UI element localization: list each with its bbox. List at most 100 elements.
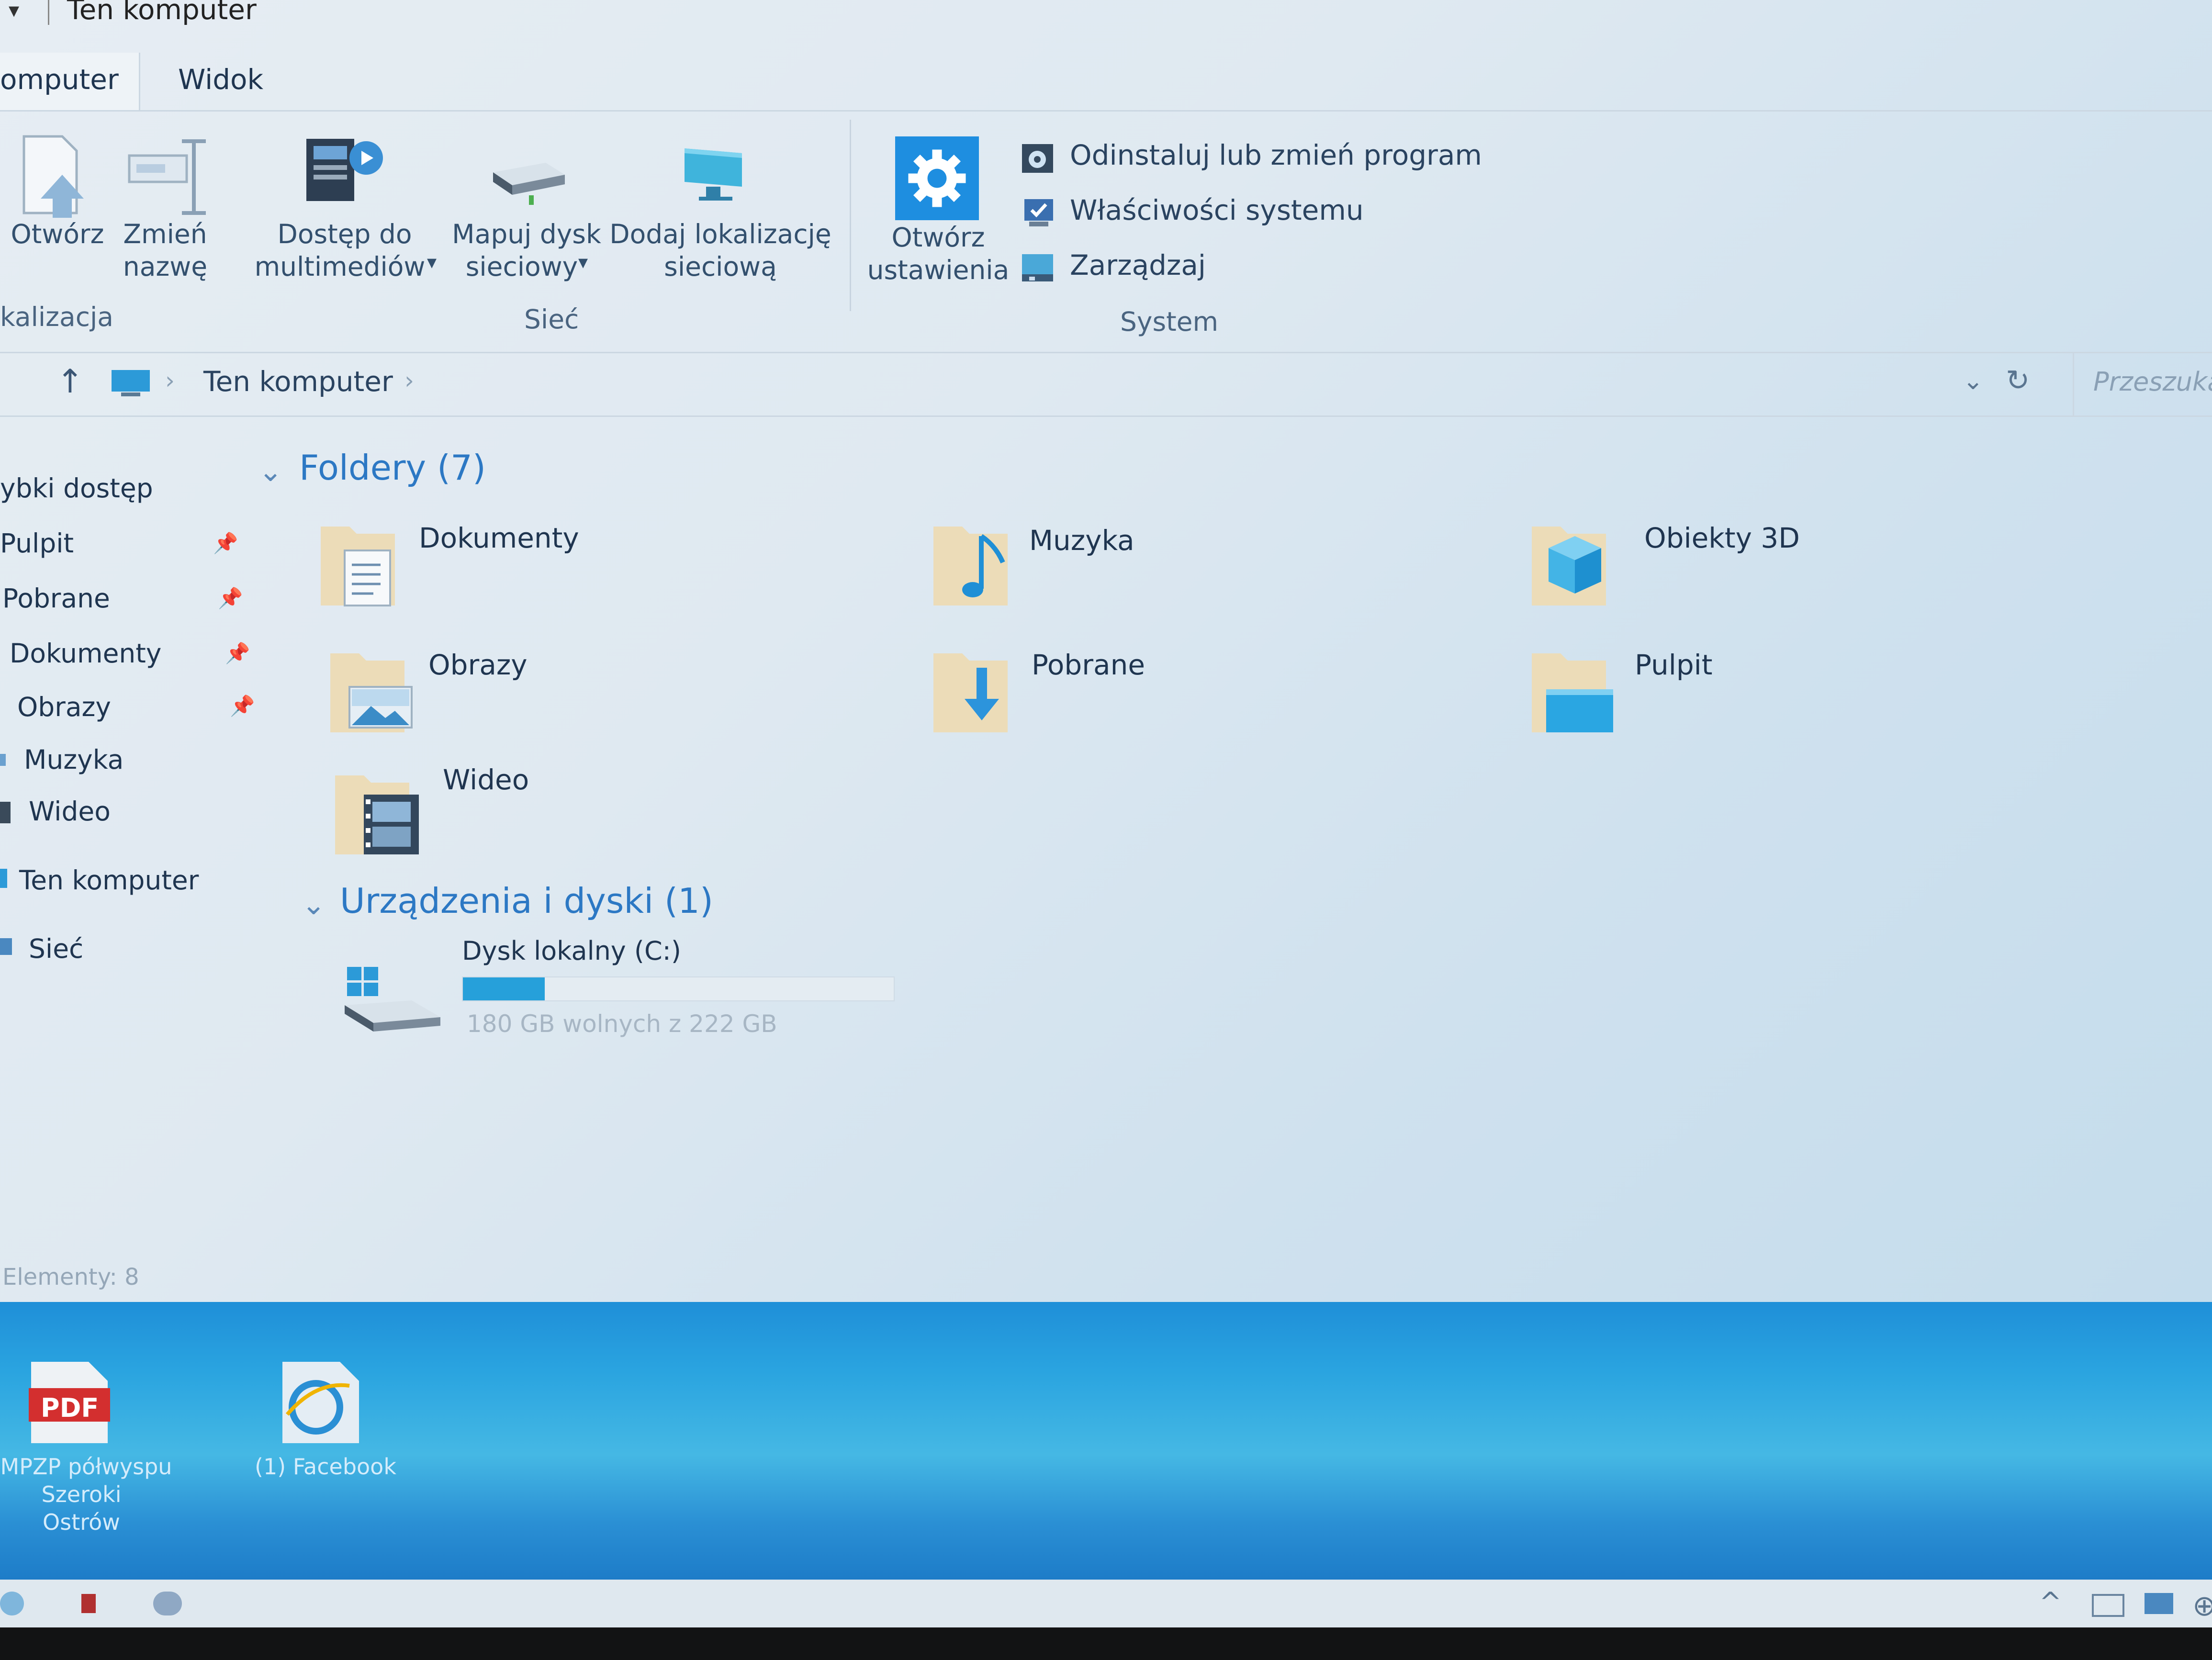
media-access-button[interactable]: Dostęp do multimediów ▾ [249, 110, 440, 302]
refresh-icon[interactable]: ↻ [2006, 364, 2030, 397]
nav-this-pc[interactable]: Ten komputer [19, 865, 199, 896]
system-properties-button[interactable]: Właściwości systemu [1020, 194, 1403, 232]
folder-name: Obrazy [428, 649, 528, 681]
nav-item-music[interactable]: Muzyka [24, 744, 124, 775]
drive-usage-bar [462, 976, 895, 1001]
collapse-chevron-icon[interactable]: ⌄ [258, 455, 282, 488]
tray-globe-icon[interactable]: ⊕ [2192, 1589, 2212, 1623]
pin-icon: 📌 [230, 694, 255, 718]
media-server-icon [306, 139, 383, 201]
address-history-dropdown-icon[interactable]: ⌄ [1963, 367, 1984, 395]
taskbar-app-icon[interactable] [153, 1592, 182, 1615]
nav-item-downloads[interactable]: Pobrane [2, 583, 110, 614]
add-network-location-button[interactable]: Dodaj lokalizację sieciową [608, 110, 833, 302]
pin-icon: 📌 [218, 586, 243, 610]
facebook-label: (1) Facebook [255, 1454, 396, 1480]
map-drive-dropdown-icon[interactable]: ▾ [578, 251, 588, 273]
folder-3d-objects[interactable]: Obiekty 3D [1527, 517, 1958, 622]
drive-name: Dysk lokalny (C:) [462, 936, 681, 966]
monitor-bezel [0, 1627, 2212, 1660]
3d-objects-folder-icon [1532, 527, 1606, 606]
item-count: Elementy: 8 [2, 1264, 139, 1290]
internet-shortcut-icon [282, 1362, 359, 1443]
ribbon-separator [850, 120, 851, 311]
computer-nav-icon [0, 869, 7, 888]
collapse-chevron-icon[interactable]: ⌄ [302, 888, 326, 921]
music-folder-icon [933, 527, 1008, 606]
open-settings-button[interactable]: Otwórz ustawienia [862, 110, 1015, 311]
desktop-folder-icon [1532, 653, 1613, 732]
devices-section-header[interactable]: Urządzenia i dyski (1) [340, 881, 713, 921]
map-drive-label-2: sieciowy [465, 251, 578, 282]
folder-desktop[interactable]: Pulpit [1527, 644, 1958, 749]
media-label-2: multimediów [254, 251, 426, 282]
search-box[interactable]: Przeszuka [2073, 353, 2212, 415]
add-location-label-1: Dodaj lokalizację [609, 219, 831, 249]
group-label-system: System [1120, 306, 1219, 337]
tray-display-icon[interactable] [2092, 1594, 2124, 1617]
folder-music[interactable]: Muzyka [929, 517, 1359, 622]
status-bar: Elementy: 8 [0, 1259, 479, 1297]
pin-icon: 📌 [213, 531, 238, 555]
uninstall-program-button[interactable]: Odinstaluj lub zmień program [1020, 139, 1498, 177]
windows-drive-icon [345, 967, 440, 1032]
local-disk-c[interactable]: Dysk lokalny (C:) 180 GB wolnych z 222 G… [340, 933, 1201, 1048]
folder-downloads[interactable]: Pobrane [929, 644, 1359, 749]
window-title: Ten komputer [67, 0, 257, 26]
quick-access-dropdown-icon[interactable]: ▾ [9, 0, 19, 22]
system-properties-label: Właściwości systemu [1070, 194, 1364, 226]
manage-icon [1022, 254, 1053, 281]
tab-computer[interactable]: omputer [0, 63, 119, 96]
desktop-background: PDF MPZP półwyspu Szeroki Ostrów (1) Fac… [0, 1302, 2212, 1580]
nav-quick-access[interactable]: ybki dostęp [0, 473, 153, 504]
nav-item-documents[interactable]: Dokumenty [10, 638, 161, 669]
address-bar: ↑ › Ten komputer › ⌄ ↻ Przeszuka [0, 352, 2212, 417]
tray-chevron-up-icon[interactable]: ^ [2039, 1587, 2062, 1618]
group-label-network: Sieć [524, 304, 579, 335]
nav-item-videos[interactable]: Wideo [29, 796, 111, 827]
rename-label-2: nazwę [123, 251, 208, 282]
drive-usage-fill [463, 977, 545, 1000]
ribbon: Otwórz Zmień nazwę Dostęp do multimediów… [0, 110, 2212, 349]
nav-item-pictures[interactable]: Obrazy [17, 692, 111, 722]
nav-network[interactable]: Sieć [29, 933, 83, 964]
folders-section-header[interactable]: Foldery (7) [299, 448, 486, 488]
taskbar-app-icon[interactable] [81, 1594, 96, 1613]
uninstall-icon [1022, 144, 1053, 173]
downloads-folder-icon [933, 653, 1008, 732]
open-label: Otwórz [11, 219, 104, 249]
folder-name: Obiekty 3D [1644, 522, 1800, 554]
folder-documents[interactable]: Dokumenty [316, 517, 747, 622]
pin-icon: 📌 [225, 641, 250, 665]
content-area: ⌄ Foldery (7) Dokumenty Muzyka Obiekty 3… [258, 431, 2173, 1077]
tab-view[interactable]: Widok [178, 63, 263, 96]
group-label-location: kalizacja [0, 302, 113, 332]
breadcrumb-this-pc[interactable]: Ten komputer [203, 365, 393, 398]
breadcrumb-chevron-icon: › [165, 367, 175, 394]
pdf-label-line-2: Szeroki Ostrów [41, 1481, 122, 1535]
taskbar: ^ ⊕ [0, 1580, 2212, 1627]
music-nav-icon [0, 754, 6, 766]
file-explorer-window: ▾ Ten komputer omputer Widok Otwórz Zmie… [0, 0, 2212, 1302]
map-network-drive-button[interactable]: Mapuj dysk sieciowy ▾ [445, 110, 608, 302]
open-button[interactable]: Otwórz [0, 110, 110, 302]
tray-network-icon[interactable] [2145, 1593, 2173, 1614]
folder-name: Pulpit [1635, 649, 1713, 681]
breadcrumb-expand-chevron-icon[interactable]: › [404, 367, 414, 394]
folder-videos[interactable]: Wideo [330, 763, 761, 871]
pictures-folder-icon [330, 653, 413, 732]
folder-pictures[interactable]: Obrazy [326, 644, 756, 749]
media-dropdown-icon[interactable]: ▾ [427, 251, 437, 273]
nav-item-desktop[interactable]: Pulpit [0, 528, 74, 559]
manage-button[interactable]: Zarządzaj [1020, 249, 1307, 287]
desktop-icon-pdf[interactable]: PDF MPZP półwyspu Szeroki Ostrów [0, 1359, 182, 1535]
rename-label-1: Zmień [123, 219, 207, 249]
desktop-icon-facebook[interactable]: (1) Facebook [239, 1359, 412, 1484]
open-icon [22, 135, 84, 218]
taskbar-app-icon[interactable] [0, 1592, 24, 1615]
network-nav-icon [0, 938, 12, 955]
up-arrow-icon[interactable]: ↑ [56, 363, 84, 401]
media-label-1: Dostęp do [277, 219, 412, 249]
rename-button[interactable]: Zmień nazwę [115, 110, 215, 302]
pdf-label-line-1: MPZP półwyspu [0, 1454, 172, 1480]
